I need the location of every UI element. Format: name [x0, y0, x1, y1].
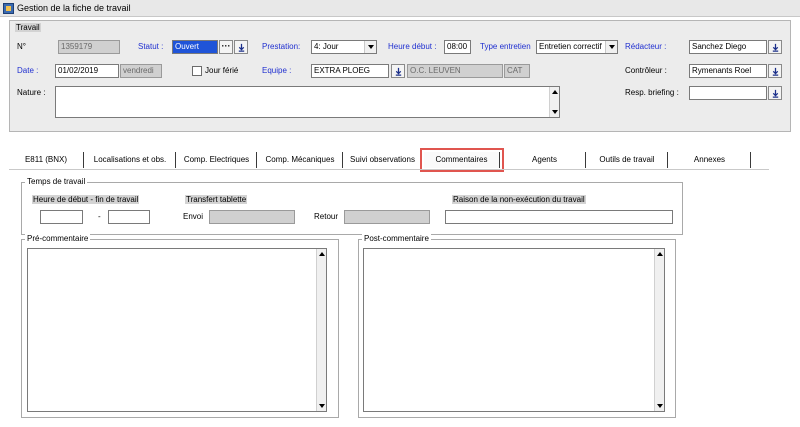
pre-commentaire-textarea[interactable] — [27, 248, 327, 412]
statut-more-button[interactable]: ··· — [219, 40, 233, 54]
app-icon — [3, 3, 14, 14]
date-field[interactable]: 01/02/2019 — [55, 64, 119, 78]
heure-debut-fin-label: Heure de début - fin de travail — [32, 195, 140, 204]
tab-agents[interactable]: Agents — [504, 152, 586, 168]
tab-comp-mecaniques[interactable]: Comp. Mécaniques — [258, 152, 343, 168]
equipe-field[interactable]: EXTRA PLOEG — [311, 64, 389, 78]
scroll-up-icon[interactable] — [656, 250, 664, 258]
retour-field — [344, 210, 430, 224]
download-arrow-icon — [772, 67, 778, 76]
raison-field[interactable] — [445, 210, 673, 224]
resp-briefing-label: Resp. briefing : — [625, 88, 679, 97]
travail-group-label: Travail — [15, 23, 41, 32]
retour-label: Retour — [314, 212, 339, 221]
resp-briefing-field[interactable] — [689, 86, 767, 100]
statut-field[interactable]: Ouvert — [172, 40, 218, 54]
download-arrow-icon — [238, 43, 244, 52]
pre-commentaire-label: Pré-commentaire — [25, 234, 91, 243]
scroll-up-icon[interactable] — [318, 250, 326, 258]
type-entretien-select[interactable]: Entretien correctif — [536, 40, 618, 54]
statut-download-button[interactable] — [234, 40, 248, 54]
resp-briefing-download-button[interactable] — [768, 86, 782, 100]
download-arrow-icon — [772, 43, 778, 52]
tab-localisations[interactable]: Localisations et obs. — [85, 152, 176, 168]
jour-ferie-label: Jour férié — [205, 66, 239, 75]
transfert-tablette-label: Transfert tablette — [185, 195, 248, 204]
pre-commentaire-scrollbar[interactable] — [316, 249, 326, 411]
temps-group-label: Temps de travail — [25, 177, 88, 186]
download-arrow-icon — [395, 67, 401, 76]
tab-comp-electriques[interactable]: Comp. Electriques — [177, 152, 257, 168]
cat-field: CAT — [504, 64, 530, 78]
download-arrow-icon — [772, 89, 778, 98]
controleur-label: Contrôleur : — [625, 66, 667, 75]
tab-bar: E811 (BNX) Localisations et obs. Comp. E… — [9, 148, 769, 172]
post-commentaire-label: Post-commentaire — [362, 234, 431, 243]
redacteur-download-button[interactable] — [768, 40, 782, 54]
heure-fin-input[interactable] — [108, 210, 150, 224]
tab-annexes[interactable]: Annexes — [669, 152, 751, 168]
type-entretien-value: Entretien correctif — [539, 42, 602, 51]
window-title: Gestion de la fiche de travail — [17, 3, 131, 13]
jour-ferie-checkbox[interactable] — [192, 66, 202, 76]
redacteur-field[interactable]: Sanchez Diego — [689, 40, 767, 54]
controleur-field[interactable]: Rymenants Roel — [689, 64, 767, 78]
scroll-down-icon[interactable] — [551, 108, 559, 116]
type-entretien-label: Type entretien — [480, 42, 531, 51]
day-field: vendredi — [120, 64, 162, 78]
heure-debut-input[interactable] — [40, 210, 83, 224]
redacteur-label: Rédacteur : — [625, 42, 667, 51]
envoi-field — [209, 210, 295, 224]
chevron-down-icon — [364, 41, 376, 53]
tab-outils-de-travail[interactable]: Outils de travail — [587, 152, 668, 168]
raison-label: Raison de la non-exécution du travail — [452, 195, 586, 204]
no-label: N° — [17, 42, 26, 51]
post-commentaire-scrollbar[interactable] — [654, 249, 664, 411]
equipe-label: Equipe : — [262, 66, 292, 75]
location-field: O.C. LEUVEN — [407, 64, 503, 78]
scroll-up-icon[interactable] — [551, 88, 559, 96]
travail-panel: Travail N° 1359179 Statut : Ouvert ··· P… — [9, 20, 791, 132]
scroll-down-icon[interactable] — [318, 402, 326, 410]
prestation-label: Prestation: — [262, 42, 301, 51]
post-commentaire-textarea[interactable] — [363, 248, 665, 412]
title-bar: Gestion de la fiche de travail — [0, 0, 800, 17]
prestation-value: 4: Jour — [314, 42, 339, 51]
dash-separator: - — [98, 212, 101, 221]
envoi-label: Envoi — [183, 212, 204, 221]
controleur-download-button[interactable] — [768, 64, 782, 78]
chevron-down-icon — [605, 41, 617, 53]
no-field: 1359179 — [58, 40, 120, 54]
scroll-down-icon[interactable] — [656, 402, 664, 410]
date-label: Date : — [17, 66, 39, 75]
nature-scrollbar[interactable] — [549, 87, 559, 117]
statut-label: Statut : — [138, 42, 164, 51]
heure-debut-field[interactable]: 08:00 — [444, 40, 471, 54]
equipe-download-button[interactable] — [391, 64, 405, 78]
temps-de-travail-group — [21, 182, 683, 235]
tab-e811[interactable]: E811 (BNX) — [9, 152, 84, 168]
heure-debut-label: Heure début : — [388, 42, 437, 51]
tab-divider — [9, 169, 769, 170]
nature-textarea[interactable] — [55, 86, 560, 118]
tab-suivi-observations[interactable]: Suivi observations — [344, 152, 422, 168]
tab-commentaires[interactable]: Commentaires — [420, 148, 504, 172]
prestation-select[interactable]: 4: Jour — [311, 40, 377, 54]
nature-label: Nature : — [17, 88, 46, 97]
